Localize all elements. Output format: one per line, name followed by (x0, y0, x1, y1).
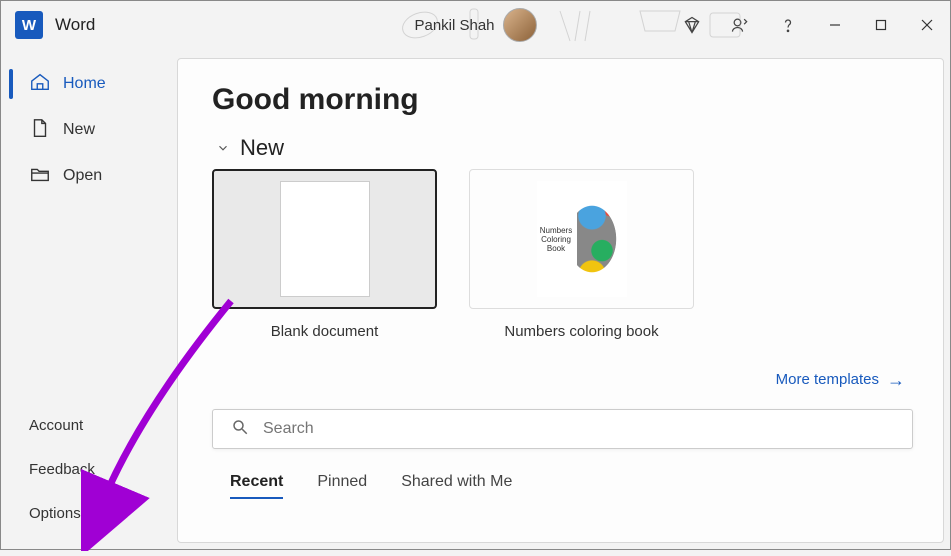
user-name: Pankil Shah (414, 17, 494, 34)
sidebar-item-open[interactable]: Open (1, 153, 177, 199)
sidebar-item-feedback[interactable]: Feedback (1, 447, 177, 491)
user-avatar[interactable] (503, 8, 537, 42)
template-label: Blank document (212, 323, 437, 340)
sidebar-item-new[interactable]: New (1, 107, 177, 153)
sidebar-item-home[interactable]: Home (1, 61, 177, 107)
sidebar: Home New Open Account Feedback Options (1, 49, 177, 549)
search-input[interactable] (263, 420, 912, 438)
chevron-down-icon (212, 137, 234, 159)
sidebar-item-label: Open (63, 167, 102, 185)
search-icon (231, 418, 249, 441)
sidebar-item-label: New (63, 121, 95, 139)
document-icon (29, 117, 51, 144)
recent-tabs: Recent Pinned Shared with Me (212, 473, 913, 499)
minimize-button[interactable] (812, 1, 858, 49)
thumb-side-text: Numbers Coloring Book (537, 226, 573, 253)
word-app-icon: W (15, 11, 43, 39)
arrow-right-icon: → (887, 370, 905, 391)
greeting-heading: Good morning (212, 83, 913, 117)
sidebar-item-label: Feedback (29, 461, 95, 478)
user-account-area[interactable]: Pankil Shah (414, 8, 536, 42)
app-title: Word (55, 15, 95, 35)
more-templates-link[interactable]: More templates → (212, 370, 905, 391)
sidebar-item-options[interactable]: Options (1, 491, 177, 535)
new-section-title: New (240, 135, 284, 161)
sidebar-item-account[interactable]: Account (1, 403, 177, 447)
template-thumbnail (212, 169, 437, 309)
new-section-header[interactable]: New (212, 135, 913, 161)
sidebar-item-label: Options (29, 505, 81, 522)
main-content: Good morning New Blank document Numbers … (177, 58, 944, 543)
close-button[interactable] (904, 1, 950, 49)
template-numbers-coloring-book[interactable]: Numbers Coloring Book Numbers coloring b… (469, 169, 694, 340)
tab-shared-with-me[interactable]: Shared with Me (401, 473, 512, 499)
template-label: Numbers coloring book (469, 323, 694, 340)
templates-row: Blank document Numbers Coloring Book Num… (212, 169, 913, 340)
home-icon (29, 71, 51, 98)
maximize-button[interactable] (858, 1, 904, 49)
app-icon-letter: W (22, 17, 36, 34)
more-templates-label: More templates (776, 371, 879, 388)
blank-page-icon (280, 181, 370, 297)
template-blank-document[interactable]: Blank document (212, 169, 437, 340)
folder-icon (29, 163, 51, 190)
coloring-book-icon: Numbers Coloring Book (537, 181, 627, 297)
template-thumbnail: Numbers Coloring Book (469, 169, 694, 309)
titlebar: W Word Pankil Shah (1, 1, 950, 49)
search-bar[interactable] (212, 409, 913, 449)
sidebar-item-label: Home (63, 75, 106, 93)
sidebar-item-label: Account (29, 417, 83, 434)
tab-pinned[interactable]: Pinned (317, 473, 367, 499)
tab-recent[interactable]: Recent (230, 473, 283, 499)
